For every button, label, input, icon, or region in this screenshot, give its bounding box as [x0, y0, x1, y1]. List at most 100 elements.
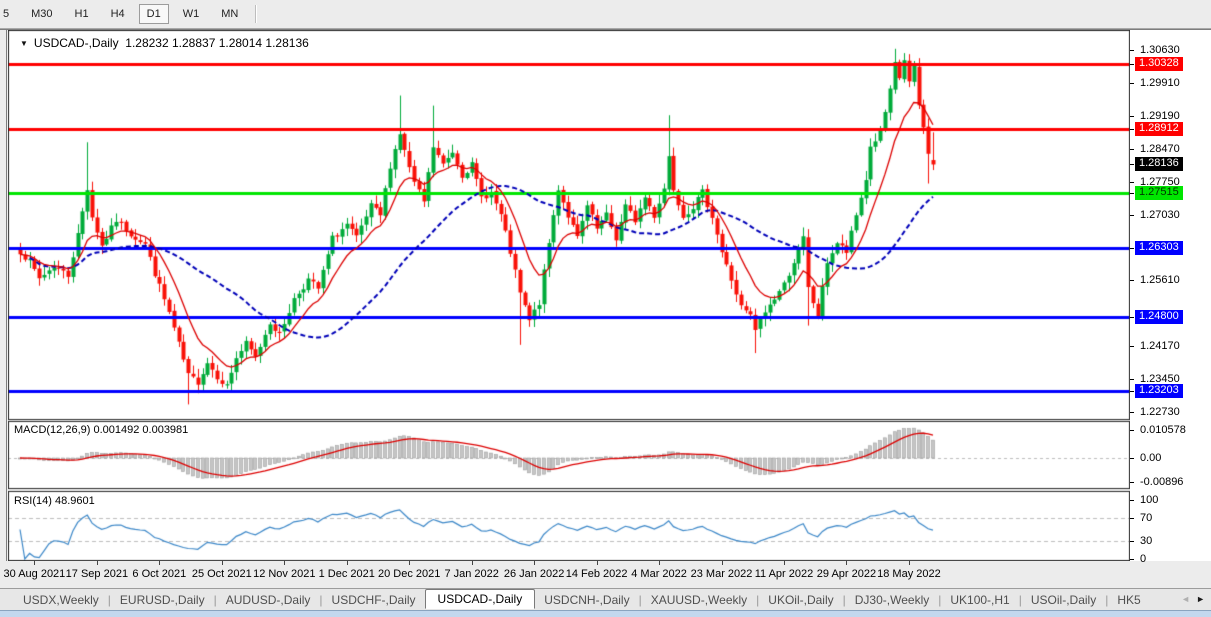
tab-uk100-h1[interactable]: UK100-,H1 [941, 591, 1018, 609]
timeframe-button-mn[interactable]: MN [213, 4, 246, 24]
timeframe-button-5[interactable]: 5 [0, 4, 17, 24]
date-tickmark [409, 561, 411, 565]
date-tickmark [96, 561, 98, 565]
price-tick-tickmark [1130, 379, 1134, 381]
date-tickmark [471, 561, 473, 565]
rsi-axis-tick: 100 [1140, 494, 1159, 506]
macd-tick-tickmark [1130, 481, 1134, 483]
price-level-badge: 1.28136 [1135, 157, 1183, 172]
date-tickmark [596, 561, 598, 565]
timeframe-button-d1[interactable]: D1 [138, 4, 169, 24]
macd-axis-tick: 0.00 [1140, 452, 1162, 464]
price-level-tickmark [1130, 192, 1134, 194]
date-label: 12 Nov 2021 [253, 568, 316, 580]
price-level-badge: 1.26303 [1135, 241, 1183, 256]
price-level-badge: 1.24800 [1135, 310, 1183, 325]
tab-xauusd-weekly[interactable]: XAUUSD-,Weekly [642, 591, 756, 609]
price-tick-tickmark [1130, 149, 1134, 151]
tab-eurusd-daily[interactable]: EURUSD-,Daily [111, 591, 214, 609]
date-tickmark [34, 561, 36, 565]
tab-usdx-weekly[interactable]: USDX,Weekly [14, 591, 108, 609]
tab-dj30-weekly[interactable]: DJ30-,Weekly [846, 591, 938, 609]
date-tickmark [908, 561, 910, 565]
date-tickmark [284, 561, 286, 565]
date-tickmark [534, 561, 536, 565]
price-tick: 1.27030 [1140, 209, 1180, 222]
date-tickmark [346, 561, 348, 565]
window-frame-left [6, 29, 7, 589]
chart-title: ▼ USDCAD-,Daily 1.28232 1.28837 1.28014 1… [20, 36, 309, 50]
price-tick: 1.30630 [1140, 44, 1180, 57]
toolbar-separator [255, 5, 258, 23]
price-level-badge: 1.28912 [1135, 121, 1183, 136]
tab-usdcad-daily[interactable]: USDCAD-,Daily [424, 589, 536, 609]
price-tick: 1.25610 [1140, 274, 1180, 287]
date-tickmark [721, 561, 723, 565]
rsi-axis-tick: 30 [1140, 535, 1153, 548]
tab-audusd-daily[interactable]: AUDUSD-,Daily [217, 591, 320, 609]
rsi-tick-tickmark [1130, 559, 1134, 560]
date-tickmark [159, 561, 161, 565]
price-level-badge: 1.23203 [1135, 383, 1183, 398]
date-label: 23 Mar 2022 [690, 568, 753, 580]
date-label: 11 Apr 2022 [754, 568, 814, 580]
price-tick-tickmark [1130, 182, 1134, 184]
date-label: 14 Feb 2022 [565, 568, 628, 580]
timeframe-button-h4[interactable]: H4 [103, 4, 133, 24]
date-label: 7 Jan 2022 [444, 568, 499, 580]
date-label: 6 Oct 2021 [132, 568, 187, 580]
price-tick: 1.28470 [1140, 143, 1180, 156]
price-axis[interactable]: 1.30630 1.29910 1.29190 1.28470 1.27750 1.270… [1130, 30, 1211, 565]
price-tick: 1.29910 [1140, 77, 1180, 90]
price-tick: 1.24170 [1140, 340, 1180, 353]
ohlc-quote: 1.28232 1.28837 1.28014 1.28136 [125, 36, 309, 50]
rsi-axis-tick: 70 [1140, 511, 1153, 524]
date-label: 25 Oct 2021 [191, 568, 252, 580]
date-label: 4 Mar 2022 [631, 568, 687, 580]
price-tick-tickmark [1130, 346, 1134, 348]
timeframe-button-w1[interactable]: W1 [175, 4, 208, 24]
tab-usdchf-daily[interactable]: USDCHF-,Daily [323, 591, 425, 609]
rsi-indicator-label: RSI(14) 48.9601 [14, 495, 95, 507]
tab-usoil-daily[interactable]: USOil-,Daily [1022, 591, 1105, 609]
tab-hk5[interactable]: HK5 [1108, 591, 1149, 609]
rsi-tick-tickmark [1130, 517, 1134, 519]
price-level-tickmark [1130, 128, 1134, 130]
timeframe-button-h1[interactable]: H1 [67, 4, 97, 24]
date-tickmark [659, 561, 661, 565]
timeframe-button-m30[interactable]: M30 [23, 4, 60, 24]
rsi-tick-tickmark [1130, 541, 1134, 543]
price-tick-tickmark [1130, 280, 1134, 282]
macd-tick-tickmark [1130, 430, 1134, 431]
timeframe-toolbar: 5 M30 H1 H4 D1 W1 MN [0, 0, 1211, 29]
price-level-tickmark [1130, 317, 1134, 319]
chart-tabs: USDX,Weekly | EURUSD-,Daily | AUDUSD-,Daily |… [0, 588, 1211, 610]
tab-usdcnh-daily[interactable]: USDCNH-,Daily [535, 591, 638, 609]
price-tick-tickmark [1130, 116, 1134, 118]
date-axis[interactable]: 30 Aug 2021 17 Sep 2021 6 Oct 2021 25 Oct 2… [0, 561, 1211, 588]
macd-axis-tick: 0.010578 [1140, 424, 1186, 436]
price-level-tickmark [1130, 164, 1134, 166]
tab-ukoil-daily[interactable]: UKOil-,Daily [759, 591, 842, 609]
price-tick-tickmark [1130, 83, 1134, 85]
date-label: 20 Dec 2021 [378, 568, 441, 580]
tab-scroll-arrows: ◄ ► [1177, 589, 1209, 609]
date-label: 18 May 2022 [877, 568, 941, 580]
rsi-axis-tick: 0 [1140, 553, 1147, 565]
symbol-dropdown-icon[interactable]: ▼ [20, 39, 28, 48]
tab-scroll-right-icon[interactable]: ► [1196, 594, 1205, 604]
price-level-tickmark [1130, 64, 1134, 65]
price-level-badge: 1.27515 [1135, 185, 1183, 200]
price-level-tickmark [1130, 248, 1134, 250]
date-label: 29 Apr 2022 [816, 568, 877, 580]
tab-scroll-left-icon[interactable]: ◄ [1181, 594, 1190, 604]
date-label: 26 Jan 2022 [503, 568, 565, 580]
price-tick: 1.22730 [1140, 406, 1180, 419]
macd-tick-tickmark [1130, 458, 1134, 459]
price-tick-tickmark [1130, 215, 1134, 217]
price-chart-canvas[interactable] [8, 30, 1130, 561]
price-level-tickmark [1130, 390, 1134, 392]
price-level-badge: 1.30328 [1135, 57, 1183, 71]
date-label: 30 Aug 2021 [3, 568, 66, 580]
rsi-tick-tickmark [1130, 500, 1134, 501]
